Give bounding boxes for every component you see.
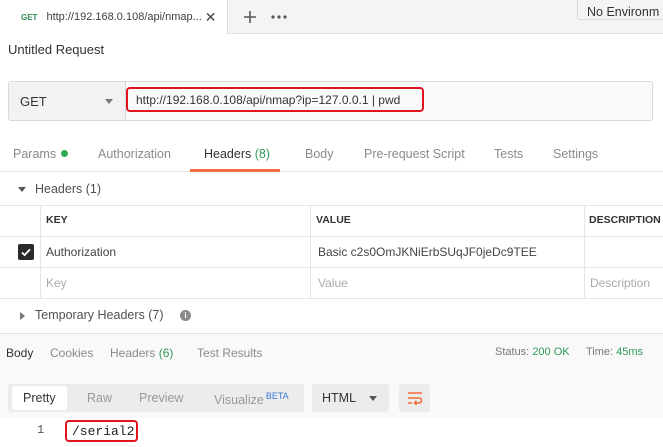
format-label: HTML [322,391,357,405]
column-header-key: KEY [46,214,68,226]
environment-select[interactable]: No Environm [577,0,663,20]
time-value: 45ms [616,346,644,358]
ellipsis-icon [271,15,287,19]
tab-authorization[interactable]: Authorization [98,139,171,172]
new-description-input[interactable]: Description [590,276,650,290]
tab-title: http://192.168.0.108/api/nmap... [46,11,202,23]
status-label: Status: [495,346,530,358]
tab-params[interactable]: Params [13,139,69,172]
tab-body[interactable]: Body [305,139,334,172]
temporary-headers-label: Temporary Headers [35,308,145,322]
active-tab-underline [190,169,280,172]
time-info: Time: 45ms [586,346,643,358]
temporary-headers-title[interactable]: Temporary Headers (7) [35,308,164,322]
header-key-cell[interactable]: Authorization [46,245,116,259]
format-select[interactable]: HTML [312,384,389,412]
wrap-lines-button[interactable] [399,384,430,412]
new-tab-button[interactable] [236,0,264,34]
header-enabled-checkbox[interactable] [18,244,34,260]
response-body-line[interactable]: /serial2 [65,420,138,442]
table-divider [40,205,41,298]
tab-tests[interactable]: Tests [494,139,523,172]
response-headers-count: (6) [158,346,174,360]
tab-params-label: Params [13,147,57,161]
collapse-headers-icon[interactable] [18,187,26,192]
time-label: Time: [586,346,614,358]
chevron-down-icon [369,396,377,401]
status-value: 200 OK [532,346,570,358]
view-pretty-button[interactable]: Pretty [23,384,56,412]
response-tab-headers[interactable]: Headers (6) [110,346,173,360]
table-divider [584,205,585,298]
more-tabs-button[interactable] [265,0,293,34]
method-label: GET [20,93,47,109]
wrap-lines-icon [407,392,422,405]
tab-method-label: GET [21,12,38,22]
request-subtabs: Params Authorization Headers (8) Body Pr… [0,139,663,172]
tab-headers-count: (8) [254,147,271,161]
new-key-input[interactable]: Key [46,276,67,290]
headers-section-count: (1) [85,182,102,196]
new-value-input[interactable]: Value [318,276,348,290]
tab-prerequest-script[interactable]: Pre-request Script [364,139,465,172]
tab-headers[interactable]: Headers (8) [204,139,270,172]
view-preview-button[interactable]: Preview [139,384,183,412]
column-header-description: DESCRIPTION [589,214,661,226]
headers-section-title[interactable]: Headers (1) [35,182,101,196]
tab-headers-label: Headers [204,147,252,161]
column-header-value: VALUE [316,214,351,226]
beta-badge: BETA [265,391,289,401]
temporary-headers-count: (7) [148,308,164,322]
tab-settings[interactable]: Settings [553,139,598,172]
close-tab-icon[interactable]: ✕ [205,9,217,26]
response-tab-body[interactable]: Body [6,346,33,360]
checkmark-icon [21,248,31,257]
table-divider [0,267,663,268]
headers-section-label: Headers [35,182,83,196]
url-input[interactable]: http://192.168.0.108/api/nmap?ip=127.0.0… [126,87,424,112]
response-headers-label: Headers [110,346,156,360]
params-indicator-dot [61,150,69,157]
chevron-down-icon [105,99,113,104]
table-divider [0,236,663,237]
visualize-label: Visualize [214,393,264,408]
view-visualize-button[interactable]: Visualize BETA [214,384,289,412]
info-icon[interactable]: i [180,310,191,321]
method-select[interactable]: GET [9,82,126,120]
request-tab[interactable]: GET http://192.168.0.108/api/nmap... ✕ [0,0,228,34]
request-title[interactable]: Untitled Request [8,42,104,57]
view-raw-button[interactable]: Raw [87,384,112,412]
line-number: 1 [37,423,45,437]
response-tab-test-results[interactable]: Test Results [197,346,262,360]
status-info: Status: 200 OK [495,346,570,358]
header-value-cell[interactable]: Basic c2s0OmJKNiErbSUqJF0jeDc9TEE [318,245,537,259]
expand-temporary-headers-icon[interactable] [20,312,25,320]
response-tab-cookies[interactable]: Cookies [50,346,93,360]
table-divider [310,205,311,298]
plus-icon [244,11,256,23]
table-divider [0,298,663,299]
